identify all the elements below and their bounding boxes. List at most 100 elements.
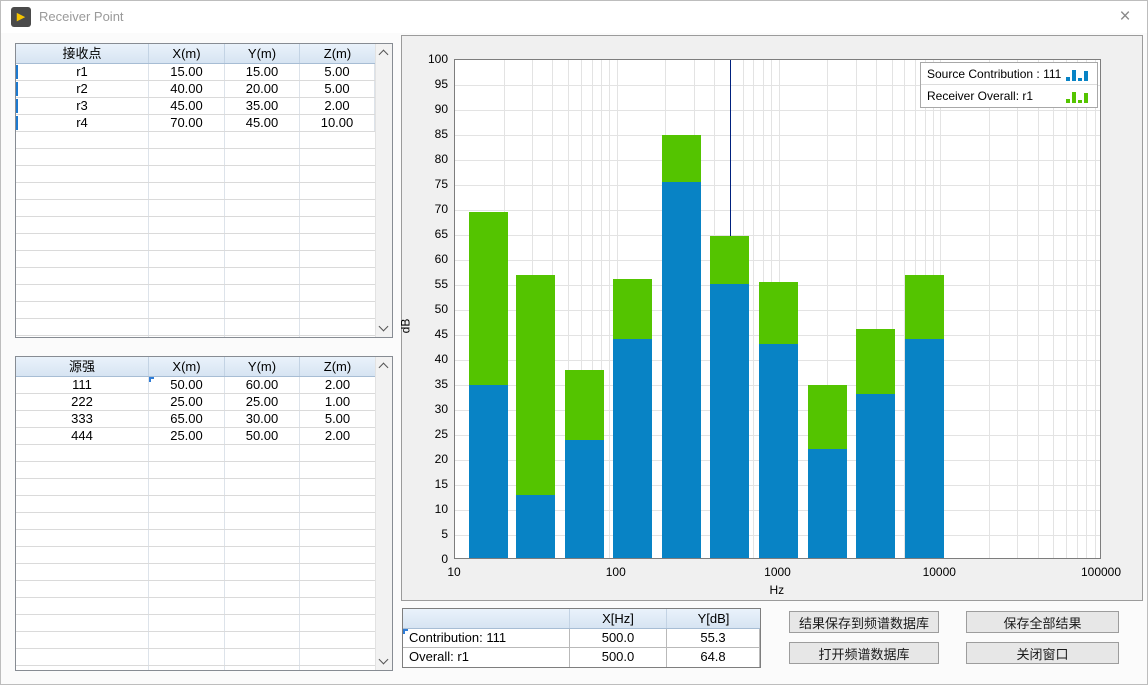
table-row[interactable] [16, 200, 375, 217]
table-cell[interactable] [16, 445, 149, 461]
table-cell[interactable] [225, 649, 300, 665]
table-row[interactable] [16, 462, 375, 479]
table-cell[interactable] [225, 200, 300, 216]
table-row[interactable] [16, 598, 375, 615]
table-cell[interactable] [16, 285, 149, 301]
table-cell[interactable] [225, 666, 300, 670]
table-cell[interactable] [16, 513, 149, 529]
table-cell[interactable] [300, 530, 375, 546]
table-cell[interactable] [16, 632, 149, 648]
table-cell[interactable] [225, 166, 300, 182]
table-cell[interactable] [225, 217, 300, 233]
readout-cell[interactable]: Overall: r1 [403, 648, 570, 667]
table-row[interactable]: r470.0045.0010.00 [16, 115, 375, 132]
table-cell[interactable] [300, 336, 375, 337]
table-cell[interactable] [225, 615, 300, 631]
table-row[interactable]: 22225.0025.001.00 [16, 394, 375, 411]
table-cell[interactable] [300, 496, 375, 512]
close-icon[interactable]: × [1113, 5, 1137, 29]
column-header[interactable]: 接收点 [16, 44, 149, 63]
table-cell[interactable] [149, 479, 225, 495]
table-row[interactable] [16, 149, 375, 166]
table-cell[interactable] [300, 649, 375, 665]
table-cell[interactable] [300, 285, 375, 301]
readout-cell[interactable]: 500.0 [570, 648, 667, 667]
table-row[interactable] [16, 666, 375, 670]
table-cell[interactable] [300, 513, 375, 529]
table-cell[interactable] [300, 319, 375, 335]
table-cell[interactable] [225, 547, 300, 563]
table-cell[interactable] [16, 479, 149, 495]
table-cell[interactable]: 25.00 [225, 394, 300, 410]
table-cell[interactable]: r2 [16, 81, 149, 97]
table-row[interactable] [16, 564, 375, 581]
table-cell[interactable]: 40.00 [149, 81, 225, 97]
table-cell[interactable] [149, 632, 225, 648]
table-cell[interactable] [149, 666, 225, 670]
table-row[interactable]: r240.0020.005.00 [16, 81, 375, 98]
table-cell[interactable]: 222 [16, 394, 149, 410]
table-cell[interactable]: 50.00 [149, 377, 225, 393]
table-cell[interactable]: 20.00 [225, 81, 300, 97]
table-cell[interactable]: 2.00 [300, 428, 375, 444]
table-cell[interactable] [16, 319, 149, 335]
table-cell[interactable]: 1.00 [300, 394, 375, 410]
table-cell[interactable] [149, 149, 225, 165]
table-cell[interactable] [16, 547, 149, 563]
table-cell[interactable] [149, 598, 225, 614]
column-header[interactable]: 源强 [16, 357, 149, 376]
table-cell[interactable] [225, 598, 300, 614]
receiver-table-scrollbar[interactable] [375, 44, 392, 337]
scroll-up-icon[interactable] [376, 358, 392, 374]
table-cell[interactable] [300, 234, 375, 250]
table-cell[interactable] [149, 547, 225, 563]
table-row[interactable] [16, 132, 375, 149]
table-cell[interactable] [300, 581, 375, 597]
table-cell[interactable] [300, 615, 375, 631]
table-row[interactable] [16, 183, 375, 200]
table-row[interactable] [16, 479, 375, 496]
table-cell[interactable] [225, 445, 300, 461]
table-cell[interactable]: 50.00 [225, 428, 300, 444]
table-row[interactable] [16, 336, 375, 337]
table-cell[interactable]: 15.00 [225, 64, 300, 80]
table-row[interactable] [16, 581, 375, 598]
table-cell[interactable]: 5.00 [300, 81, 375, 97]
table-row[interactable] [16, 251, 375, 268]
column-header[interactable]: Z(m) [300, 44, 375, 63]
table-cell[interactable] [300, 268, 375, 284]
table-row[interactable] [16, 234, 375, 251]
table-cell[interactable] [149, 581, 225, 597]
save-results-to-spectrum-db-button[interactable]: 结果保存到频谱数据库 [789, 611, 939, 633]
table-cell[interactable]: 5.00 [300, 64, 375, 80]
table-cell[interactable] [300, 564, 375, 580]
table-cell[interactable]: r4 [16, 115, 149, 131]
table-cell[interactable] [300, 445, 375, 461]
table-cell[interactable] [225, 149, 300, 165]
table-cell[interactable]: 35.00 [225, 98, 300, 114]
table-cell[interactable] [300, 183, 375, 199]
table-cell[interactable] [16, 251, 149, 267]
table-cell[interactable] [225, 132, 300, 148]
table-cell[interactable] [149, 268, 225, 284]
table-cell[interactable] [16, 564, 149, 580]
table-cell[interactable] [300, 149, 375, 165]
table-cell[interactable]: 333 [16, 411, 149, 427]
readout-cell[interactable]: 64.8 [667, 648, 760, 667]
table-cell[interactable] [225, 302, 300, 318]
table-cell[interactable]: 45.00 [225, 115, 300, 131]
table-cell[interactable] [149, 200, 225, 216]
table-cell[interactable] [225, 268, 300, 284]
table-cell[interactable] [16, 132, 149, 148]
table-cell[interactable] [300, 632, 375, 648]
table-cell[interactable]: r1 [16, 64, 149, 80]
table-row[interactable]: 33365.0030.005.00 [16, 411, 375, 428]
table-row[interactable]: 44425.0050.002.00 [16, 428, 375, 445]
table-cell[interactable] [149, 319, 225, 335]
table-cell[interactable] [16, 183, 149, 199]
readout-cell[interactable]: 55.3 [667, 629, 760, 647]
table-cell[interactable] [225, 564, 300, 580]
table-row[interactable] [16, 513, 375, 530]
table-row[interactable] [16, 166, 375, 183]
table-cell[interactable]: 2.00 [300, 98, 375, 114]
